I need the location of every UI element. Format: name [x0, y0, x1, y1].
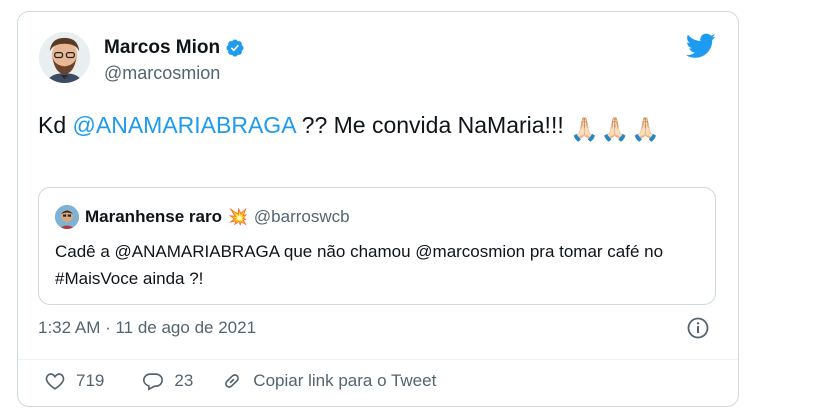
collision-emoji: 💥 — [228, 209, 248, 226]
divider — [18, 359, 738, 360]
quoted-tweet[interactable]: Maranhense raro 💥 @barroswcb Cadê a @ANA… — [38, 187, 716, 305]
tweet-text-after: ?? Me convida NaMaria!!! — [295, 112, 571, 138]
author-avatar[interactable] — [39, 32, 90, 83]
quoted-author-avatar — [55, 205, 79, 229]
author-name[interactable]: Marcos Mion — [104, 37, 220, 59]
tweet-timestamp[interactable]: 1:32 AM · 11 de ago de 2021 — [38, 318, 256, 338]
reply-icon — [143, 373, 164, 391]
heart-icon — [45, 373, 65, 390]
quoted-tweet-text: Cadê a @ANAMARIABRAGA que não chamou @ma… — [55, 242, 664, 288]
author-info[interactable]: Marcos Mion @marcosmion — [104, 37, 245, 84]
tweet-card[interactable]: Marcos Mion @marcosmion Kd @ANAMARIABRAG… — [17, 11, 739, 407]
info-icon[interactable] — [686, 316, 710, 340]
praying-hands-emoji-row: 🙏🏻 🙏🏻 🙏🏻 — [570, 112, 660, 146]
like-count: 719 — [76, 371, 105, 390]
verified-badge-icon — [226, 39, 244, 57]
tweet-actions: 719 23 Copiar link para o Tweet — [44, 370, 436, 392]
praying-hands-emoji: 🙏🏻 — [600, 116, 630, 142]
tweet-text: Kd @ANAMARIABRAGA ?? Me convida NaMaria!… — [38, 108, 718, 146]
quoted-author-handle: @barroswcb — [253, 207, 350, 226]
quoted-author-name: Maranhense raro — [85, 207, 222, 226]
praying-hands-emoji: 🙏🏻 — [570, 116, 599, 142]
tweet-text-before: Kd — [38, 112, 73, 138]
reply-count: 23 — [174, 371, 194, 390]
author-handle[interactable]: @marcosmion — [104, 63, 245, 84]
link-icon — [225, 374, 240, 388]
copy-link-button[interactable]: Copiar link para o Tweet — [221, 370, 436, 392]
twitter-bird-icon[interactable] — [686, 33, 716, 59]
copy-link-label: Copiar link para o Tweet — [253, 371, 437, 390]
like-button[interactable]: 719 — [44, 370, 104, 392]
reply-button[interactable]: 23 — [142, 370, 193, 392]
praying-hands-emoji: 🙏🏻 — [631, 116, 661, 142]
tweet-mention-link[interactable]: @ANAMARIABRAGA — [73, 112, 296, 138]
